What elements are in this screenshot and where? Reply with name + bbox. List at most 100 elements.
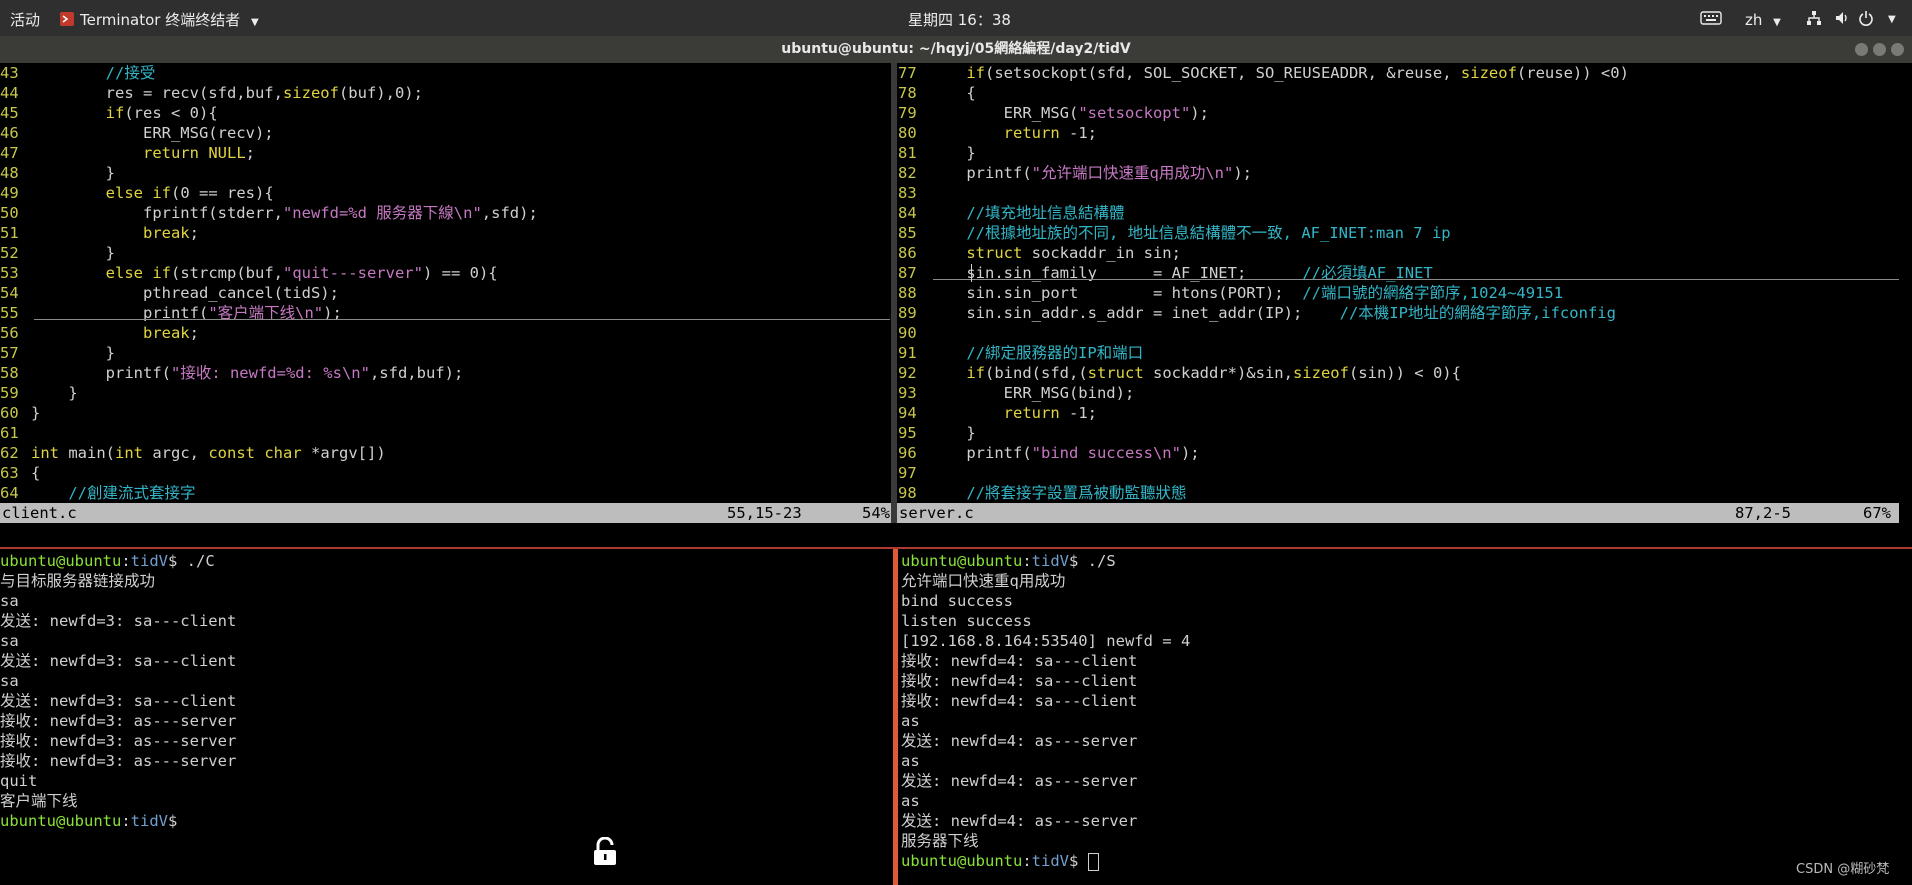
line-number: 89 [898, 304, 917, 322]
code-line: 47 return NULL; [0, 143, 890, 163]
terminal-output: 与目标服务器链接成功 sa 发送: newfd=3: sa---client sa 发送… [0, 571, 892, 811]
clock[interactable]: 星期四 16：38 [908, 0, 1011, 36]
chevron-down-icon: ▼ [1773, 17, 1781, 28]
line-number: 51 [0, 224, 19, 242]
code-text: } [31, 404, 41, 422]
line-number: 85 [898, 224, 917, 242]
line-number: 78 [898, 84, 917, 102]
code-text: { [929, 84, 976, 102]
pane-divider[interactable] [893, 549, 898, 885]
activities-button[interactable]: 活动 [10, 0, 40, 36]
code-text: //根據地址族的不同, 地址信息結構體不一致, AF_INET:man 7 ip [966, 224, 1451, 242]
minimize-icon[interactable] [1855, 43, 1868, 56]
close-icon[interactable] [1891, 43, 1904, 56]
status-cursor-position: 55,15-23 [727, 504, 802, 522]
pane-divider[interactable] [891, 63, 897, 523]
line-number: 48 [0, 164, 19, 182]
code-text: printf("接收: newfd=%d: %s\n",sfd,buf); [31, 364, 464, 382]
line-number: 77 [898, 64, 917, 82]
terminal-cursor[interactable] [1087, 852, 1099, 871]
line-number: 46 [0, 124, 19, 142]
code-text: printf("bind success\n"); [929, 444, 1200, 462]
terminal-output-line: [192.168.8.164:53540] newfd = 4 [901, 632, 1191, 650]
code-line: 85 //根據地址族的不同, 地址信息結構體不一致, AF_INET:man 7… [898, 223, 1912, 243]
code-line: 78 { [898, 83, 1912, 103]
code-line: 56 break; [0, 323, 890, 343]
terminator-app-icon [60, 0, 74, 36]
code-text: ERR_MSG("setsockopt"); [929, 104, 1209, 122]
chevron-down-icon[interactable]: ▼ [1888, 0, 1896, 36]
code-line: 43 //接受 [0, 63, 890, 83]
status-filename: client.c [2, 504, 77, 522]
terminal-command: ./S [1078, 552, 1116, 570]
line-number: 80 [898, 124, 917, 142]
terminal-prompt-line: ubuntu@ubuntu:tidV$ [901, 851, 1912, 871]
code-line: 63 { [0, 463, 890, 483]
input-method-label: zh [1745, 11, 1763, 29]
code-line: 95 } [898, 423, 1912, 443]
code-line: 51 break; [0, 223, 890, 243]
left-terminal-pane[interactable]: ubuntu@ubuntu:tidV$ ./C 与目标服务器链接成功 sa 发送: … [0, 551, 892, 885]
status-scroll-percent: 54% [862, 504, 890, 522]
terminal-output-line: 服务器下线 [901, 832, 979, 850]
code-text: if(bind(sfd,(struct sockaddr*)&sin,sizeo… [966, 364, 1461, 382]
code-line: 97 [898, 463, 1912, 483]
code-line: 79 ERR_MSG("setsockopt"); [898, 103, 1912, 123]
line-number: 43 [0, 64, 19, 82]
terminal-output-line: as [901, 712, 920, 730]
power-icon[interactable] [1858, 0, 1874, 36]
code-line: 48 } [0, 163, 890, 183]
code-line: 91 //綁定服務器的IP和端口 [898, 343, 1912, 363]
line-number: 98 [898, 484, 917, 502]
code-text: } [929, 144, 976, 162]
status-filename: server.c [899, 504, 974, 522]
prompt-symbol: $ [1069, 552, 1079, 570]
terminal-output-line: 与目标服务器链接成功 [0, 572, 156, 590]
right-editor-pane[interactable]: 77 if(setsockopt(sfd, SOL_SOCKET, SO_REU… [898, 63, 1912, 503]
lock-icon[interactable] [592, 836, 618, 871]
terminal-output-line: 接收: newfd=4: sa---client [901, 692, 1138, 710]
pane-divider[interactable] [0, 547, 1912, 549]
code-text: pthread_cancel(tidS); [31, 284, 339, 302]
line-number: 94 [898, 404, 917, 422]
window-title-bar[interactable]: ubuntu@ubuntu: ~/hqyj/05網絡編程/day2/tidV [0, 36, 1912, 63]
watermark: CSDN @糊砂梵 [1796, 862, 1890, 877]
terminal-prompt-line: ubuntu@ubuntu:tidV$ [0, 812, 178, 830]
code-line: 52 } [0, 243, 890, 263]
maximize-icon[interactable] [1873, 43, 1886, 56]
terminal-prompt-line: ubuntu@ubuntu:tidV$ ./C [0, 552, 215, 570]
terminal-output: 允许端口快速重q用成功 bind success listen success [19… [901, 571, 1912, 851]
code-text: } [31, 244, 115, 262]
text-cursor [971, 264, 972, 282]
code-line: 89 sin.sin_addr.s_addr = inet_addr(IP); … [898, 303, 1912, 323]
right-terminal-pane[interactable]: ubuntu@ubuntu:tidV$ ./S 允许端口快速重q用成功 bind … [901, 551, 1912, 885]
code-line: 46 ERR_MSG(recv); [0, 123, 890, 143]
code-line: 80 return -1; [898, 123, 1912, 143]
network-icon[interactable] [1806, 0, 1822, 36]
code-line: 84 //填充地址信息結構體 [898, 203, 1912, 223]
terminal-output-line: listen success [901, 612, 1032, 630]
app-menu-button[interactable]: Terminator 终端终结者 ▼ [80, 0, 259, 36]
code-text: else if(strcmp(buf,"quit---server") == 0… [105, 264, 498, 282]
prompt-symbol: $ [168, 552, 178, 570]
code-text: sin.sin_port = htons(PORT); //端口號的網絡字節序,… [929, 284, 1564, 302]
code-line: 93 ERR_MSG(bind); [898, 383, 1912, 403]
left-editor-pane[interactable]: 43 //接受 44 res = recv(sfd,buf,sizeof(buf)… [0, 63, 890, 503]
code-text: break; [142, 224, 199, 242]
keyboard-icon[interactable] [1700, 0, 1722, 36]
volume-icon[interactable] [1834, 0, 1850, 36]
line-number: 44 [0, 84, 19, 102]
code-text: //綁定服務器的IP和端口 [966, 344, 1144, 362]
line-number: 56 [0, 324, 19, 342]
terminal-output-line: 允许端口快速重q用成功 [901, 572, 1066, 590]
terminal-output-line: quit [0, 772, 38, 790]
line-number: 57 [0, 344, 19, 362]
code-text: fprintf(stderr,"newfd=%d 服务器下線\n",sfd); [31, 204, 538, 222]
code-line: 62 int main(int argc, const char *argv[]) [0, 443, 890, 463]
line-number: 88 [898, 284, 917, 302]
input-method-button[interactable]: zh ▼ [1745, 0, 1781, 36]
prompt-path: tidV [130, 552, 168, 570]
prompt-symbol: $ [168, 812, 178, 830]
editor-lines: 77 if(setsockopt(sfd, SOL_SOCKET, SO_REU… [898, 63, 1912, 503]
code-text: //將套接字設置爲被動監聽狀態 [966, 484, 1187, 502]
